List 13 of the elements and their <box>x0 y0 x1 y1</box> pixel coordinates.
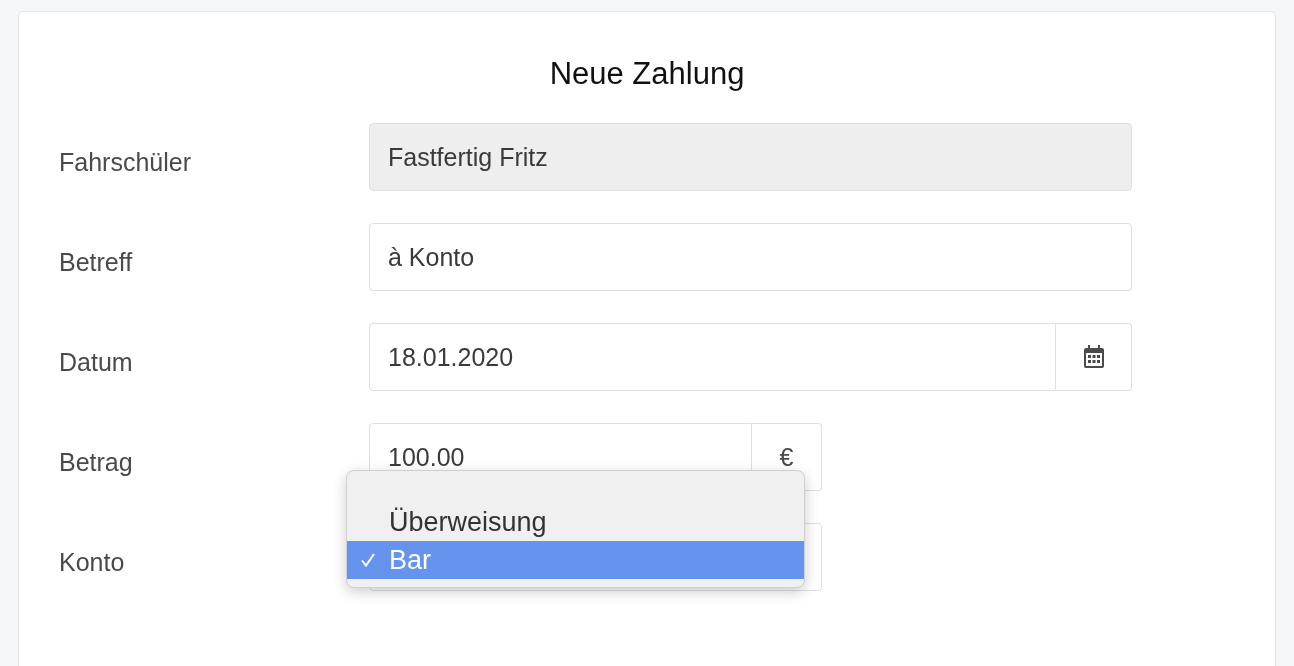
field-label: Fahrschüler <box>59 146 192 177</box>
field-label: Betreff <box>59 246 134 277</box>
date-field[interactable]: 18.01.2020 <box>369 323 1056 391</box>
calendar-icon <box>1082 345 1105 369</box>
field-label: Konto <box>59 546 126 577</box>
field-label: Betrag <box>59 446 134 477</box>
field-label: Datum <box>59 346 134 377</box>
input-field[interactable]: Fastfertig Fritz <box>369 123 1132 191</box>
calendar-button[interactable] <box>1056 323 1132 391</box>
input-field[interactable]: à Konto <box>369 223 1132 291</box>
dropdown-option[interactable]: Überweisung <box>347 503 804 541</box>
checkmark-icon <box>360 552 376 568</box>
form-title: Neue Zahlung <box>548 56 746 92</box>
